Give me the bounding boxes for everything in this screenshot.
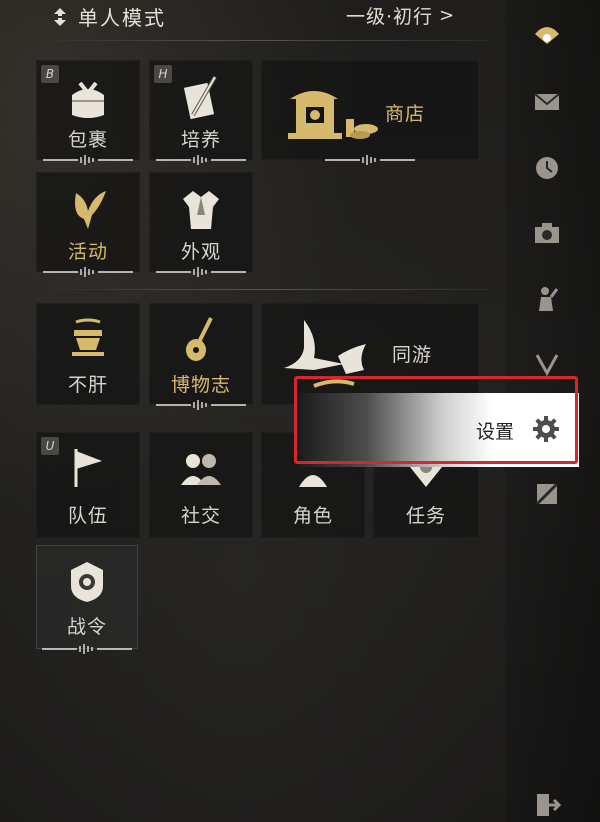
tile-museum[interactable]: 博物志 xyxy=(149,303,253,410)
tile-label: 社交 xyxy=(180,505,221,527)
fan-icon[interactable] xyxy=(533,20,561,48)
sword-book-icon xyxy=(183,75,217,120)
tile-appearance[interactable]: 外观 xyxy=(149,172,253,277)
tile-buggan[interactable]: 不肝 xyxy=(36,303,140,405)
mode-label: 单人模式 xyxy=(78,6,166,30)
clock-icon[interactable] xyxy=(533,154,561,182)
tile-label: 博物志 xyxy=(170,374,231,396)
wave-ornament xyxy=(43,155,133,165)
flag-icon xyxy=(74,449,102,487)
robe-icon xyxy=(183,191,219,229)
tile-cultivate[interactable]: H 培养 xyxy=(149,60,253,165)
tile-label: 活动 xyxy=(67,241,108,263)
tile-team[interactable]: U 队伍 xyxy=(36,432,140,538)
hotkey-badge: B xyxy=(41,65,59,83)
tile-label: 同游 xyxy=(391,344,432,366)
tile-label: 任务 xyxy=(405,505,446,527)
tile-social[interactable]: 社交 xyxy=(149,432,253,538)
rank-link[interactable]: 一级·初行 > xyxy=(346,2,455,29)
wave-ornament xyxy=(325,155,415,165)
tile-label: 战令 xyxy=(66,616,107,638)
divider xyxy=(34,289,489,290)
exit-icon[interactable] xyxy=(533,790,561,818)
tea-icon xyxy=(72,318,104,356)
tile-label: 不肝 xyxy=(67,374,108,396)
tile-label: 包裹 xyxy=(67,129,108,151)
tile-label: 外观 xyxy=(180,241,221,263)
gesture-icon[interactable] xyxy=(533,349,561,377)
mail-icon[interactable] xyxy=(533,88,561,116)
top-bar: 单人模式 一级·初行 > xyxy=(0,0,500,34)
wave-ornament xyxy=(156,155,246,165)
camera-icon[interactable] xyxy=(533,219,561,247)
tile-bundle[interactable]: B 包裹 xyxy=(36,60,140,165)
tile-shop[interactable]: 商店 xyxy=(261,60,479,165)
hotkey-badge: H xyxy=(154,65,172,83)
tile-activity[interactable]: 活动 xyxy=(36,172,140,277)
mode-switch[interactable]: 单人模式 xyxy=(52,2,166,31)
bird-icon xyxy=(75,191,106,229)
divider xyxy=(34,40,489,41)
wave-ornament xyxy=(156,267,246,277)
pipa-icon xyxy=(186,317,213,361)
tile-label: 培养 xyxy=(180,129,221,151)
tile-label: 角色 xyxy=(292,505,333,527)
hotkey-badge: U xyxy=(41,437,59,455)
wave-ornament xyxy=(156,400,246,410)
tile-label: 队伍 xyxy=(67,505,108,527)
highlight-box xyxy=(294,376,578,464)
battle-pass-icon xyxy=(71,562,103,602)
up-down-arrow-icon xyxy=(54,7,66,26)
wave-ornament xyxy=(42,644,132,654)
tile-battle-pass[interactable]: 战令 xyxy=(36,545,138,654)
screen-icon[interactable] xyxy=(533,480,561,508)
figure-icon[interactable] xyxy=(533,285,561,313)
chevron-right-icon: > xyxy=(439,5,456,26)
people-icon xyxy=(181,454,221,485)
wave-ornament xyxy=(43,267,133,277)
tile-label: 商店 xyxy=(384,103,425,125)
bundle-icon xyxy=(72,81,104,118)
rank-label: 一级·初行 xyxy=(346,6,434,28)
